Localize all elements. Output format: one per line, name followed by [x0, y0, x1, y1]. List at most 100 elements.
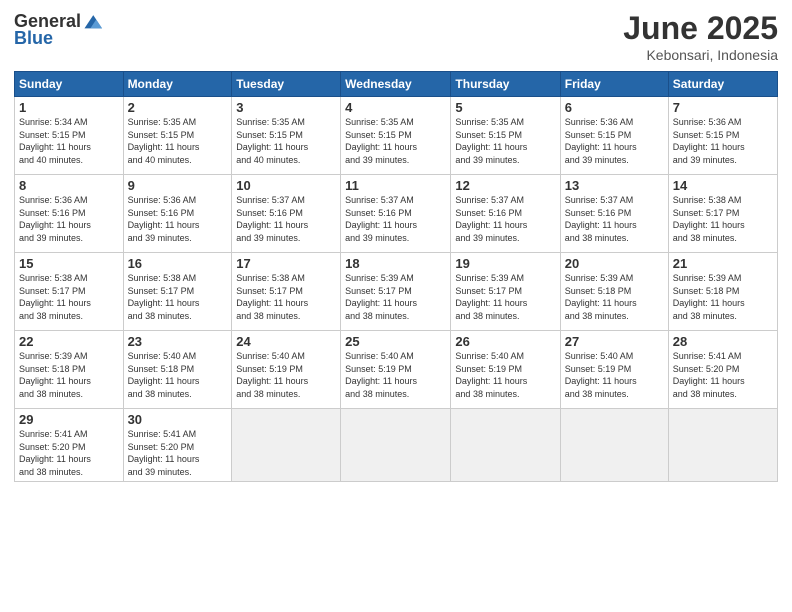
day-info: Sunrise: 5:41 AM Sunset: 5:20 PM Dayligh…: [673, 350, 773, 400]
table-row: 19Sunrise: 5:39 AM Sunset: 5:17 PM Dayli…: [451, 253, 560, 331]
day-number: 22: [19, 334, 119, 349]
day-info: Sunrise: 5:40 AM Sunset: 5:19 PM Dayligh…: [345, 350, 446, 400]
table-row: 21Sunrise: 5:39 AM Sunset: 5:18 PM Dayli…: [668, 253, 777, 331]
day-info: Sunrise: 5:40 AM Sunset: 5:19 PM Dayligh…: [455, 350, 555, 400]
day-number: 10: [236, 178, 336, 193]
table-row: [341, 409, 451, 482]
day-info: Sunrise: 5:40 AM Sunset: 5:18 PM Dayligh…: [128, 350, 228, 400]
col-saturday: Saturday: [668, 72, 777, 97]
table-row: 5Sunrise: 5:35 AM Sunset: 5:15 PM Daylig…: [451, 97, 560, 175]
day-number: 12: [455, 178, 555, 193]
page: General Blue June 2025 Kebonsari, Indone…: [0, 0, 792, 612]
day-number: 7: [673, 100, 773, 115]
table-row: 12Sunrise: 5:37 AM Sunset: 5:16 PM Dayli…: [451, 175, 560, 253]
table-row: 13Sunrise: 5:37 AM Sunset: 5:16 PM Dayli…: [560, 175, 668, 253]
day-info: Sunrise: 5:37 AM Sunset: 5:16 PM Dayligh…: [565, 194, 664, 244]
table-row: 23Sunrise: 5:40 AM Sunset: 5:18 PM Dayli…: [123, 331, 232, 409]
day-number: 25: [345, 334, 446, 349]
col-monday: Monday: [123, 72, 232, 97]
col-tuesday: Tuesday: [232, 72, 341, 97]
title-block: June 2025 Kebonsari, Indonesia: [623, 10, 778, 63]
day-info: Sunrise: 5:36 AM Sunset: 5:16 PM Dayligh…: [128, 194, 228, 244]
col-wednesday: Wednesday: [341, 72, 451, 97]
day-number: 6: [565, 100, 664, 115]
day-info: Sunrise: 5:37 AM Sunset: 5:16 PM Dayligh…: [455, 194, 555, 244]
table-row: 15Sunrise: 5:38 AM Sunset: 5:17 PM Dayli…: [15, 253, 124, 331]
table-row: 29Sunrise: 5:41 AM Sunset: 5:20 PM Dayli…: [15, 409, 124, 482]
day-info: Sunrise: 5:37 AM Sunset: 5:16 PM Dayligh…: [236, 194, 336, 244]
location: Kebonsari, Indonesia: [623, 47, 778, 63]
col-thursday: Thursday: [451, 72, 560, 97]
day-number: 24: [236, 334, 336, 349]
day-info: Sunrise: 5:41 AM Sunset: 5:20 PM Dayligh…: [128, 428, 228, 478]
day-number: 8: [19, 178, 119, 193]
day-number: 21: [673, 256, 773, 271]
day-number: 27: [565, 334, 664, 349]
table-row: [560, 409, 668, 482]
header: General Blue June 2025 Kebonsari, Indone…: [14, 10, 778, 63]
day-info: Sunrise: 5:37 AM Sunset: 5:16 PM Dayligh…: [345, 194, 446, 244]
day-info: Sunrise: 5:34 AM Sunset: 5:15 PM Dayligh…: [19, 116, 119, 166]
day-info: Sunrise: 5:39 AM Sunset: 5:17 PM Dayligh…: [345, 272, 446, 322]
day-number: 16: [128, 256, 228, 271]
day-info: Sunrise: 5:41 AM Sunset: 5:20 PM Dayligh…: [19, 428, 119, 478]
day-info: Sunrise: 5:35 AM Sunset: 5:15 PM Dayligh…: [455, 116, 555, 166]
day-number: 15: [19, 256, 119, 271]
table-row: [668, 409, 777, 482]
day-number: 14: [673, 178, 773, 193]
day-number: 29: [19, 412, 119, 427]
day-info: Sunrise: 5:35 AM Sunset: 5:15 PM Dayligh…: [345, 116, 446, 166]
col-sunday: Sunday: [15, 72, 124, 97]
day-info: Sunrise: 5:35 AM Sunset: 5:15 PM Dayligh…: [128, 116, 228, 166]
table-row: 26Sunrise: 5:40 AM Sunset: 5:19 PM Dayli…: [451, 331, 560, 409]
day-number: 4: [345, 100, 446, 115]
table-row: 14Sunrise: 5:38 AM Sunset: 5:17 PM Dayli…: [668, 175, 777, 253]
day-info: Sunrise: 5:40 AM Sunset: 5:19 PM Dayligh…: [236, 350, 336, 400]
day-info: Sunrise: 5:40 AM Sunset: 5:19 PM Dayligh…: [565, 350, 664, 400]
table-row: 20Sunrise: 5:39 AM Sunset: 5:18 PM Dayli…: [560, 253, 668, 331]
month-title: June 2025: [623, 10, 778, 47]
day-number: 23: [128, 334, 228, 349]
day-info: Sunrise: 5:36 AM Sunset: 5:15 PM Dayligh…: [565, 116, 664, 166]
table-row: 18Sunrise: 5:39 AM Sunset: 5:17 PM Dayli…: [341, 253, 451, 331]
day-info: Sunrise: 5:38 AM Sunset: 5:17 PM Dayligh…: [673, 194, 773, 244]
table-row: 2Sunrise: 5:35 AM Sunset: 5:15 PM Daylig…: [123, 97, 232, 175]
day-info: Sunrise: 5:36 AM Sunset: 5:16 PM Dayligh…: [19, 194, 119, 244]
day-number: 17: [236, 256, 336, 271]
table-row: 6Sunrise: 5:36 AM Sunset: 5:15 PM Daylig…: [560, 97, 668, 175]
table-row: 7Sunrise: 5:36 AM Sunset: 5:15 PM Daylig…: [668, 97, 777, 175]
table-row: 24Sunrise: 5:40 AM Sunset: 5:19 PM Dayli…: [232, 331, 341, 409]
day-number: 9: [128, 178, 228, 193]
day-info: Sunrise: 5:38 AM Sunset: 5:17 PM Dayligh…: [128, 272, 228, 322]
day-info: Sunrise: 5:39 AM Sunset: 5:17 PM Dayligh…: [455, 272, 555, 322]
day-info: Sunrise: 5:39 AM Sunset: 5:18 PM Dayligh…: [673, 272, 773, 322]
day-number: 19: [455, 256, 555, 271]
day-info: Sunrise: 5:39 AM Sunset: 5:18 PM Dayligh…: [19, 350, 119, 400]
table-row: 22Sunrise: 5:39 AM Sunset: 5:18 PM Dayli…: [15, 331, 124, 409]
col-friday: Friday: [560, 72, 668, 97]
day-number: 30: [128, 412, 228, 427]
table-row: [451, 409, 560, 482]
table-row: 11Sunrise: 5:37 AM Sunset: 5:16 PM Dayli…: [341, 175, 451, 253]
table-row: 30Sunrise: 5:41 AM Sunset: 5:20 PM Dayli…: [123, 409, 232, 482]
table-row: 17Sunrise: 5:38 AM Sunset: 5:17 PM Dayli…: [232, 253, 341, 331]
table-row: 8Sunrise: 5:36 AM Sunset: 5:16 PM Daylig…: [15, 175, 124, 253]
day-number: 18: [345, 256, 446, 271]
table-row: 25Sunrise: 5:40 AM Sunset: 5:19 PM Dayli…: [341, 331, 451, 409]
table-row: 27Sunrise: 5:40 AM Sunset: 5:19 PM Dayli…: [560, 331, 668, 409]
day-info: Sunrise: 5:39 AM Sunset: 5:18 PM Dayligh…: [565, 272, 664, 322]
calendar-table: Sunday Monday Tuesday Wednesday Thursday…: [14, 71, 778, 482]
table-row: 28Sunrise: 5:41 AM Sunset: 5:20 PM Dayli…: [668, 331, 777, 409]
table-row: 16Sunrise: 5:38 AM Sunset: 5:17 PM Dayli…: [123, 253, 232, 331]
logo-icon: [83, 10, 105, 32]
day-number: 2: [128, 100, 228, 115]
day-number: 1: [19, 100, 119, 115]
logo: General Blue: [14, 10, 105, 49]
day-number: 20: [565, 256, 664, 271]
day-info: Sunrise: 5:38 AM Sunset: 5:17 PM Dayligh…: [19, 272, 119, 322]
table-row: 10Sunrise: 5:37 AM Sunset: 5:16 PM Dayli…: [232, 175, 341, 253]
day-number: 5: [455, 100, 555, 115]
table-row: 1Sunrise: 5:34 AM Sunset: 5:15 PM Daylig…: [15, 97, 124, 175]
day-info: Sunrise: 5:36 AM Sunset: 5:15 PM Dayligh…: [673, 116, 773, 166]
table-row: [232, 409, 341, 482]
